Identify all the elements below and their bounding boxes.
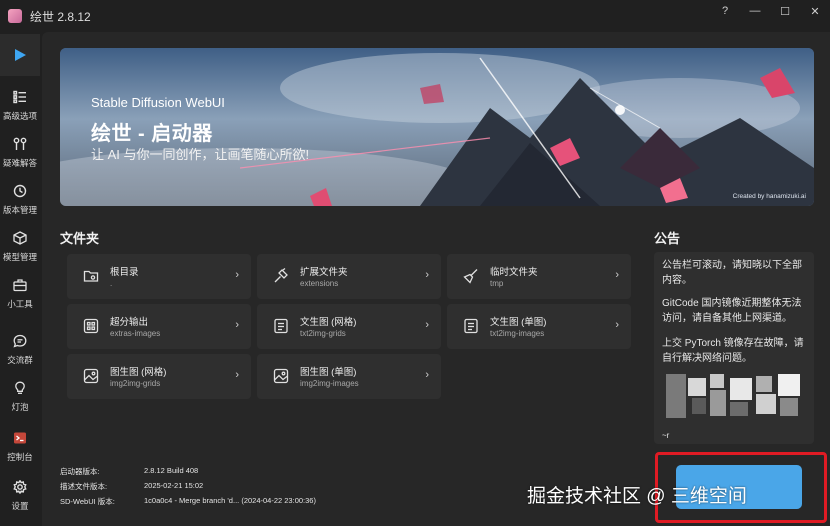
sidebar-item-label: 疑难解答: [2, 158, 37, 168]
hero-banner: Stable Diffusion WebUI 绘世 - 启动器 让 AI 与你一…: [60, 48, 814, 206]
folder-icon: [83, 270, 99, 282]
image-icon: [273, 368, 289, 384]
folder-card-txt2img-images[interactable]: 文生图 (单图) txt2img-images ›: [447, 304, 631, 349]
sidebar-item-console[interactable]: 控制台: [0, 425, 40, 469]
gear-icon: [13, 480, 27, 494]
folder-path: extensions: [300, 279, 339, 288]
folder-name: 文生图 (单图): [490, 317, 547, 328]
folder-name: 图生图 (单图): [300, 367, 357, 378]
play-icon: [15, 49, 26, 61]
folder-card-img2img-images[interactable]: 图生图 (单图) img2img-images ›: [257, 354, 441, 399]
history-icon: [13, 184, 27, 198]
folder-name: 临时文件夹: [490, 267, 538, 278]
sidebar-item-versions[interactable]: 版本管理: [0, 178, 40, 222]
sidebar-item-label: 高级选项: [2, 111, 37, 121]
sidebar-item-label: 设置: [11, 501, 29, 511]
webui-version-value: 1c0a0c4 - Merge branch 'd... (2024-04-22…: [144, 496, 316, 505]
notice-board[interactable]: 公告栏可滚动，请知晓以下全部内容。 GitCode 国内镜像近期整体无法访问，请…: [654, 252, 814, 444]
launcher-version-label: 启动器版本:: [60, 467, 100, 476]
sidebar-item-bulb[interactable]: 灯泡: [0, 375, 40, 419]
chevron-right-icon: ›: [615, 269, 619, 281]
folder-name: 图生图 (网格): [110, 367, 167, 378]
close-button[interactable]: ✕: [800, 0, 830, 22]
sidebar-item-community[interactable]: 交流群: [0, 328, 40, 372]
desc-version-label: 描述文件版本:: [60, 482, 108, 491]
sidebar-item-troubleshoot[interactable]: 疑难解答: [0, 131, 40, 175]
sidebar-item-label: 交流群: [7, 355, 33, 365]
banner-credit: Created by hanamizuki.ai: [732, 193, 806, 200]
notice-paragraph: GitCode 国内镜像近期整体无法访问，请自备其他上网渠道。: [662, 298, 802, 324]
sidebar-item-label: 版本管理: [2, 205, 37, 215]
notice-heading: 公告: [654, 231, 681, 246]
folder-path: extras-images: [110, 329, 161, 338]
folder-path: tmp: [490, 279, 504, 288]
grid-icon: [83, 318, 99, 334]
folder-card-txt2img-grids[interactable]: 文生图 (网格) txt2img-grids ›: [257, 304, 441, 349]
folder-card-root[interactable]: 根目录 . ›: [67, 254, 251, 299]
doc-icon: [274, 318, 288, 334]
sidebar-item-label: 模型管理: [2, 252, 37, 262]
chevron-right-icon: ›: [425, 269, 429, 281]
blurred-qr-image: [666, 374, 802, 418]
chevron-right-icon: ›: [235, 369, 239, 381]
sidebar-item-models[interactable]: 模型管理: [0, 225, 40, 269]
bulb-icon: [15, 381, 25, 394]
wrench-icon: [13, 137, 27, 150]
help-button[interactable]: ?: [710, 0, 740, 22]
folder-name: 文生图 (网格): [300, 317, 357, 328]
toolbox-icon: [13, 279, 27, 292]
folder-card-img2img-grids[interactable]: 图生图 (网格) img2img-grids ›: [67, 354, 251, 399]
sidebar: 高级选项 疑难解答 版本管理 模型管理 小工具 交流群 灯泡 控制台 设置: [0, 32, 40, 526]
image-icon: [83, 368, 99, 384]
chevron-right-icon: ›: [235, 269, 239, 281]
notice-paragraph: 上交 PyTorch 镜像存在故障，请自行解决网络问题。: [662, 338, 804, 364]
minimize-button[interactable]: —: [740, 0, 770, 22]
sidebar-item-label: 灯泡: [11, 402, 29, 412]
sidebar-item-settings[interactable]: 设置: [0, 474, 40, 518]
folder-path: img2img-images: [300, 379, 359, 388]
maximize-button[interactable]: ☐: [770, 0, 800, 22]
sidebar-item-tools[interactable]: 小工具: [0, 272, 40, 316]
window-controls: ? — ☐ ✕: [710, 0, 830, 22]
notice-paragraph: ~r: [662, 431, 670, 440]
doc-icon: [464, 318, 478, 334]
sidebar-item-advanced[interactable]: 高级选项: [0, 84, 40, 128]
folder-path: .: [110, 279, 113, 288]
folder-path: img2img-grids: [110, 379, 161, 388]
sidebar-item-label: 小工具: [7, 299, 33, 309]
sidebar-item-label: 控制台: [7, 452, 33, 462]
chat-icon: [13, 334, 27, 348]
folder-path: txt2img-images: [490, 329, 545, 338]
window-title: 绘世 2.8.12: [30, 9, 91, 24]
broom-icon: [463, 269, 478, 284]
watermark-text: 掘金技术社区 @ 三维空间: [527, 486, 747, 507]
banner-title: 绘世 - 启动器: [91, 123, 213, 145]
banner-subtitle: Stable Diffusion WebUI: [91, 95, 225, 110]
banner-slogan: 让 AI 与你一同创作，让画笔随心所欲!: [91, 147, 310, 162]
cube-icon: [13, 231, 27, 245]
folder-name: 超分输出: [110, 317, 149, 328]
notice-paragraph: 公告栏可滚动，请知晓以下全部内容。: [662, 260, 802, 286]
list-icon: [13, 90, 26, 104]
folders-heading: 文件夹: [60, 231, 100, 246]
chevron-right-icon: ›: [425, 319, 429, 331]
chevron-right-icon: ›: [615, 319, 619, 331]
folder-name: 扩展文件夹: [300, 267, 348, 278]
sidebar-item-launch[interactable]: [0, 34, 40, 76]
folder-card-extensions[interactable]: 扩展文件夹 extensions ›: [257, 254, 441, 299]
webui-version-label: SD-WebUI 版本:: [60, 497, 115, 506]
folder-name: 根目录: [110, 267, 139, 278]
console-icon: [14, 432, 26, 444]
desc-version-value: 2025-02-21 15:02: [144, 481, 204, 490]
launcher-version-value: 2.8.12 Build 408: [144, 466, 199, 475]
chevron-right-icon: ›: [235, 319, 239, 331]
folder-card-extras[interactable]: 超分输出 extras-images ›: [67, 304, 251, 349]
title-bar: 绘世 2.8.12 ? — ☐ ✕: [0, 0, 830, 32]
chevron-right-icon: ›: [425, 369, 429, 381]
folder-card-tmp[interactable]: 临时文件夹 tmp ›: [447, 254, 631, 299]
folder-path: txt2img-grids: [300, 329, 346, 338]
plug-icon: [274, 268, 288, 283]
app-logo-icon: [8, 9, 22, 23]
